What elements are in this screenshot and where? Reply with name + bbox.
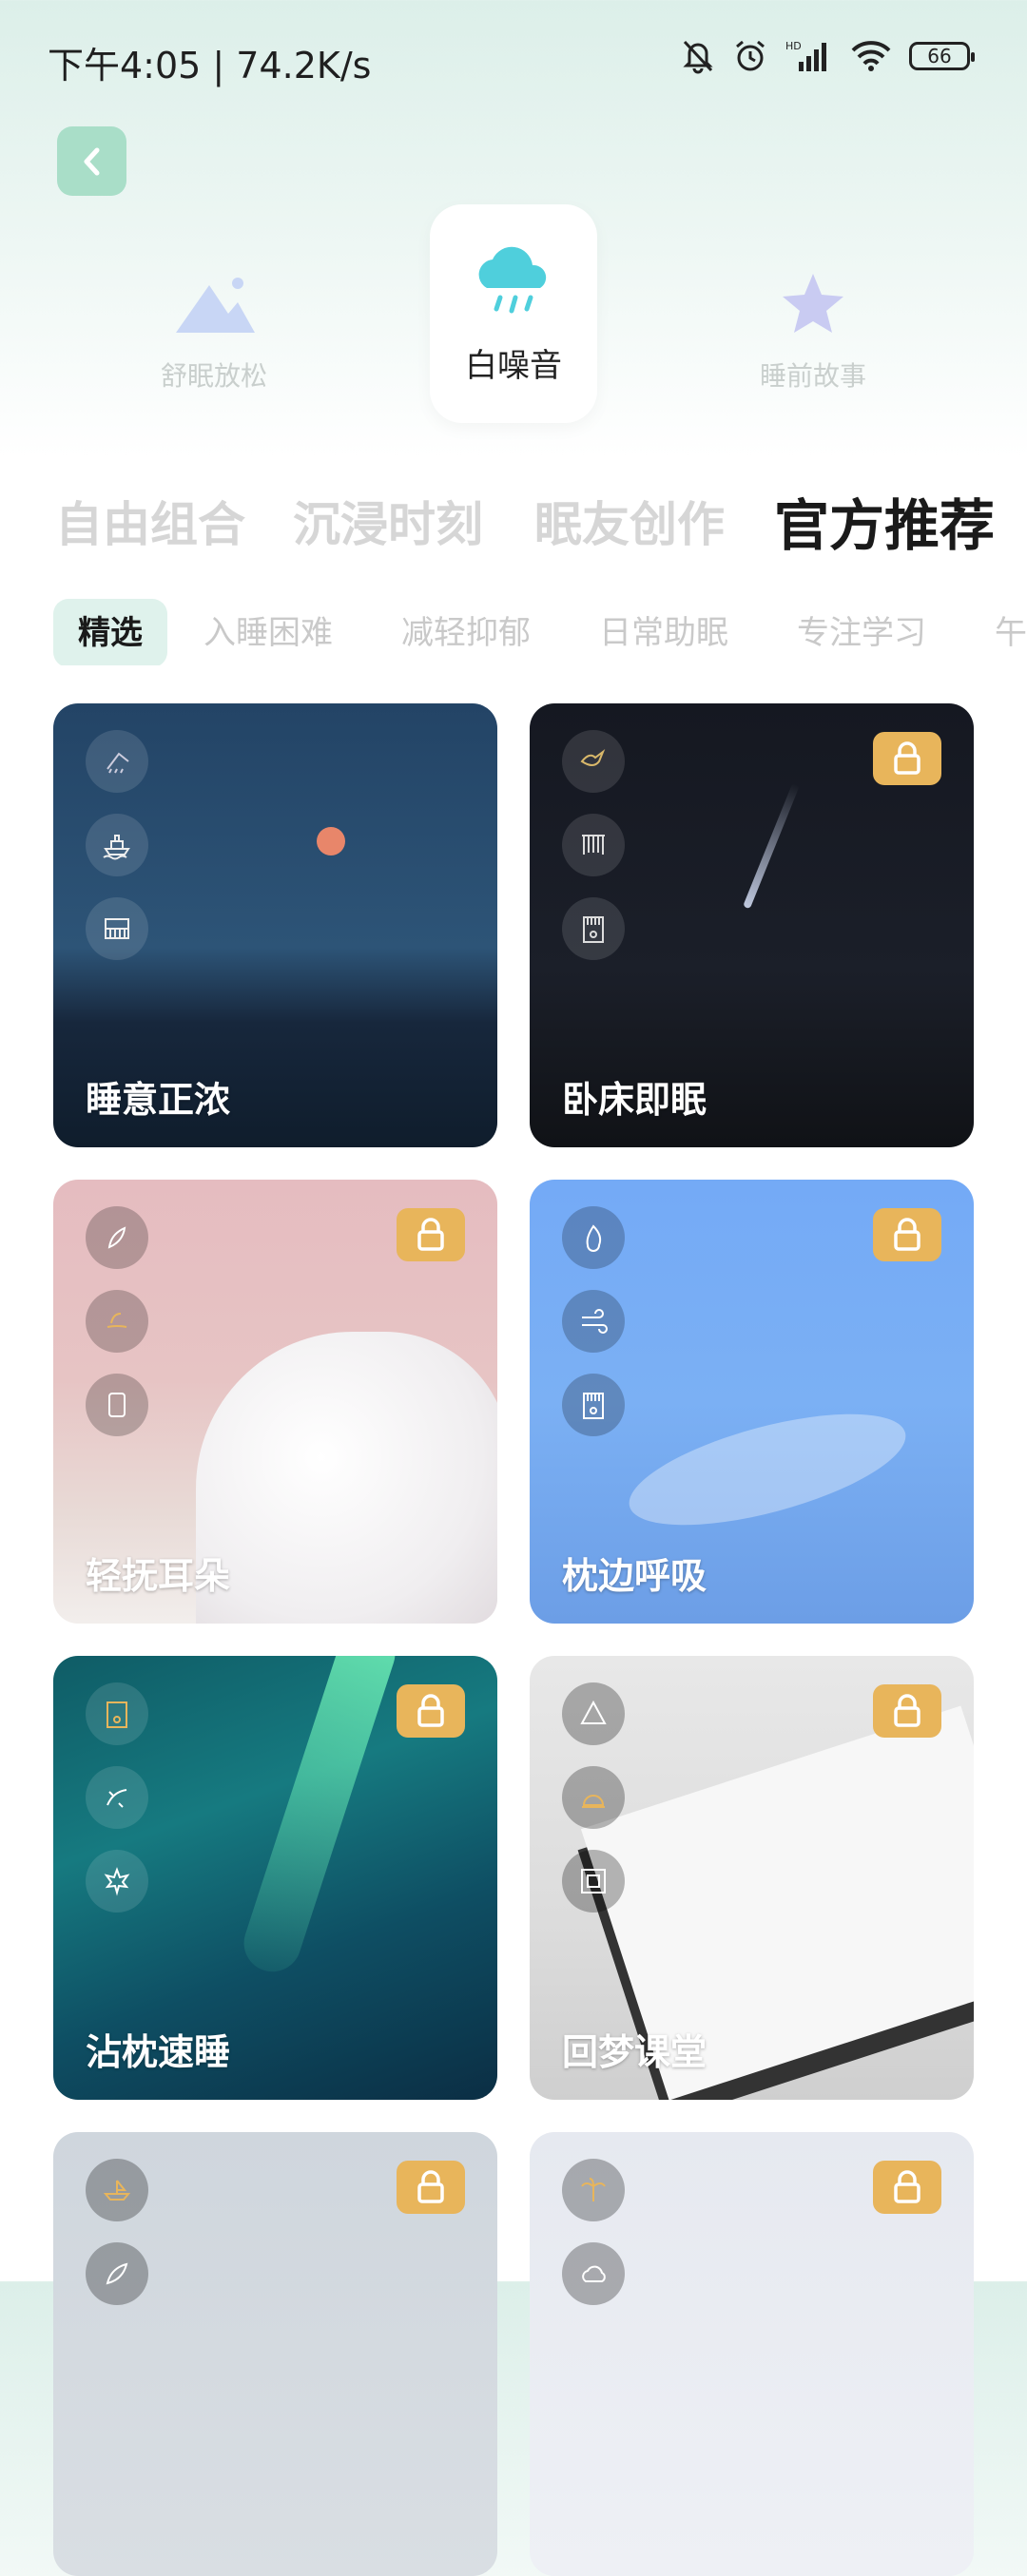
- category-label: 白噪音: [465, 347, 562, 385]
- chevron-left-icon: [84, 147, 99, 175]
- status-time: 下午4:05 | 74.2K/s: [48, 45, 372, 87]
- hand-icon: [86, 1290, 148, 1353]
- cloud-icon: [562, 2242, 625, 2305]
- mute-bell-icon: [681, 38, 715, 74]
- category-label: 睡前故事: [759, 360, 866, 392]
- aurora-band: [236, 1656, 403, 1979]
- lock-icon: [894, 2170, 920, 2203]
- harp-icon: [562, 814, 625, 876]
- lock-badge: [397, 1684, 465, 1738]
- rain-cloud-icon: [478, 246, 547, 314]
- wind-icon: [562, 1290, 625, 1353]
- subtabs: 精选 入睡困难 减轻抑郁 日常助眠 专注学习 午: [53, 599, 1027, 665]
- boat-icon: [86, 2159, 148, 2221]
- feather-shape: [618, 1391, 917, 1548]
- palm-tree-icon: [562, 2159, 625, 2221]
- subtab-featured[interactable]: 精选: [53, 599, 167, 665]
- ship-icon: [86, 814, 148, 876]
- lock-badge: [873, 1208, 941, 1261]
- card-title: 回梦课堂: [562, 2031, 707, 2073]
- subtab-insomnia[interactable]: 入睡困难: [203, 599, 333, 665]
- lock-icon: [894, 1694, 920, 1727]
- lock-icon: [417, 1694, 444, 1727]
- lock-badge: [873, 1684, 941, 1738]
- maple-leaf-icon: [86, 1850, 148, 1913]
- sound-card[interactable]: 回梦课堂: [530, 1656, 974, 2100]
- battery-icon: 66: [909, 42, 975, 70]
- sound-card[interactable]: 枕边呼吸: [530, 1180, 974, 1624]
- lock-icon: [417, 1218, 444, 1251]
- kalimba-icon: [562, 897, 625, 960]
- star-icon: [783, 274, 843, 333]
- sound-card[interactable]: 睡意正浓: [53, 703, 497, 1147]
- square-pattern-icon: [562, 1850, 625, 1913]
- card-title: 轻抚耳朵: [86, 1555, 231, 1597]
- rain-leaf-icon: [86, 1206, 148, 1269]
- lock-badge: [397, 1208, 465, 1261]
- main-tabs: 自由组合 沉浸时刻 眠友创作 官方推荐: [0, 487, 1027, 558]
- lock-badge: [873, 732, 941, 785]
- lock-icon: [894, 1218, 920, 1251]
- back-button[interactable]: [57, 126, 126, 196]
- flame-icon: [562, 1206, 625, 1269]
- lock-icon: [417, 2170, 444, 2203]
- category-white-noise[interactable]: 白噪音: [430, 204, 597, 423]
- subtab-reduce-depression[interactable]: 减轻抑郁: [401, 599, 531, 665]
- sound-card[interactable]: 轻抚耳朵: [53, 1180, 497, 1624]
- hotel-bell-icon: [562, 1766, 625, 1829]
- kalimba-icon: [562, 1374, 625, 1436]
- card-title: 沾枕速睡: [86, 2031, 231, 2073]
- tab-free-combination[interactable]: 自由组合: [55, 487, 245, 555]
- status-icons: HD 66: [681, 38, 975, 74]
- tab-official-picks[interactable]: 官方推荐: [774, 481, 995, 561]
- alarm-icon: [732, 38, 768, 74]
- sound-card[interactable]: 沾枕速睡: [53, 1656, 497, 2100]
- dove-icon: [562, 730, 625, 793]
- sound-card[interactable]: 卧床即眠: [530, 703, 974, 1147]
- piano-icon: [86, 897, 148, 960]
- sound-card[interactable]: [53, 2132, 497, 2576]
- battery-level: 66: [927, 45, 952, 67]
- tab-creations[interactable]: 眠友创作: [534, 487, 725, 555]
- cat-shape: [196, 1332, 497, 1624]
- sound-card[interactable]: [530, 2132, 974, 2576]
- category-relax[interactable]: 舒眠放松: [143, 266, 285, 394]
- comet: [743, 782, 800, 910]
- wifi-icon: [850, 39, 892, 73]
- shower-icon: [86, 730, 148, 793]
- card-title: 睡意正浓: [86, 1079, 231, 1121]
- subtab-focus-study[interactable]: 专注学习: [797, 599, 926, 665]
- moon: [317, 827, 345, 855]
- hd-signal-icon: HD: [785, 39, 833, 73]
- category-bedtime-story[interactable]: 睡前故事: [742, 266, 884, 394]
- subtab-daily-sleep-aid[interactable]: 日常助眠: [599, 599, 728, 665]
- status-bar: 下午4:05 | 74.2K/s HD 66: [0, 0, 1027, 114]
- card-title: 枕边呼吸: [562, 1555, 707, 1597]
- mountain-icon: [176, 278, 255, 333]
- prism-icon: [562, 1682, 625, 1745]
- kalimba-icon: [86, 1682, 148, 1745]
- category-label: 舒眠放松: [160, 360, 267, 392]
- svg-text:HD: HD: [785, 40, 802, 52]
- feather-icon: [86, 2242, 148, 2305]
- lock-icon: [894, 741, 920, 775]
- phone-icon: [86, 1374, 148, 1436]
- subtab-more[interactable]: 午: [995, 599, 1027, 665]
- tab-immersive-moments[interactable]: 沉浸时刻: [293, 487, 483, 555]
- lock-badge: [873, 2161, 941, 2214]
- hand-wave-icon: [86, 1766, 148, 1829]
- card-title: 卧床即眠: [562, 1079, 707, 1121]
- lock-badge: [397, 2161, 465, 2214]
